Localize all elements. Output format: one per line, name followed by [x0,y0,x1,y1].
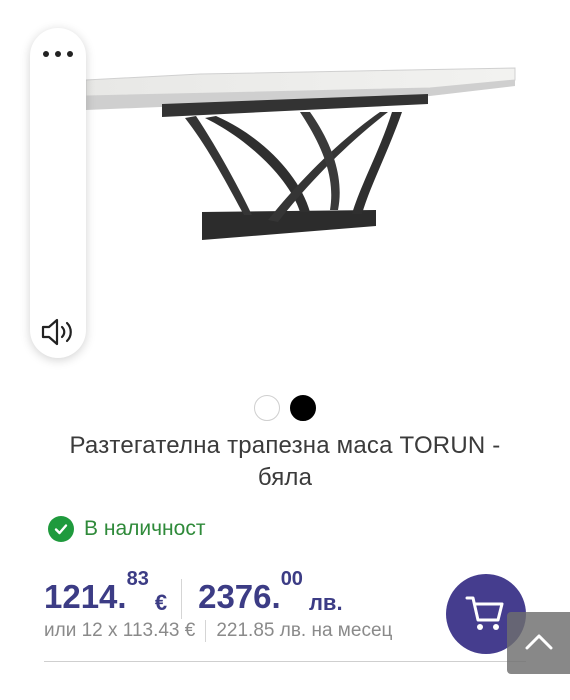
scroll-to-top-button[interactable] [507,612,570,674]
installment-eur: или 12 x 113.43 € [44,620,196,641]
chevron-up-icon [525,634,553,650]
product-title: Разтегателна трапезна маса TORUN - бяла [69,432,501,491]
cart-icon [465,596,504,630]
price-bgn: 2376.00 [198,568,303,615]
section-divider [44,661,526,662]
price-divider [181,579,183,619]
side-action-panel [30,28,86,358]
more-dots-icon[interactable] [43,48,73,60]
color-option-black[interactable] [290,395,316,421]
color-selector [254,395,318,421]
stock-text: В наличност [84,517,206,540]
installment-info: или 12 x 113.43 € 221.85 лв. на месец [44,618,392,644]
stock-status: В наличност [48,515,205,543]
check-circle-icon [48,516,74,542]
price-eur: 1214.83 [44,568,149,615]
installment-bgn: 221.85 лв. на месец [216,620,393,641]
installment-divider [205,620,207,642]
color-option-white[interactable] [254,395,280,421]
price-row: 1214.83 € 2376.00 лв. [44,568,343,619]
speaker-icon[interactable] [39,316,77,348]
